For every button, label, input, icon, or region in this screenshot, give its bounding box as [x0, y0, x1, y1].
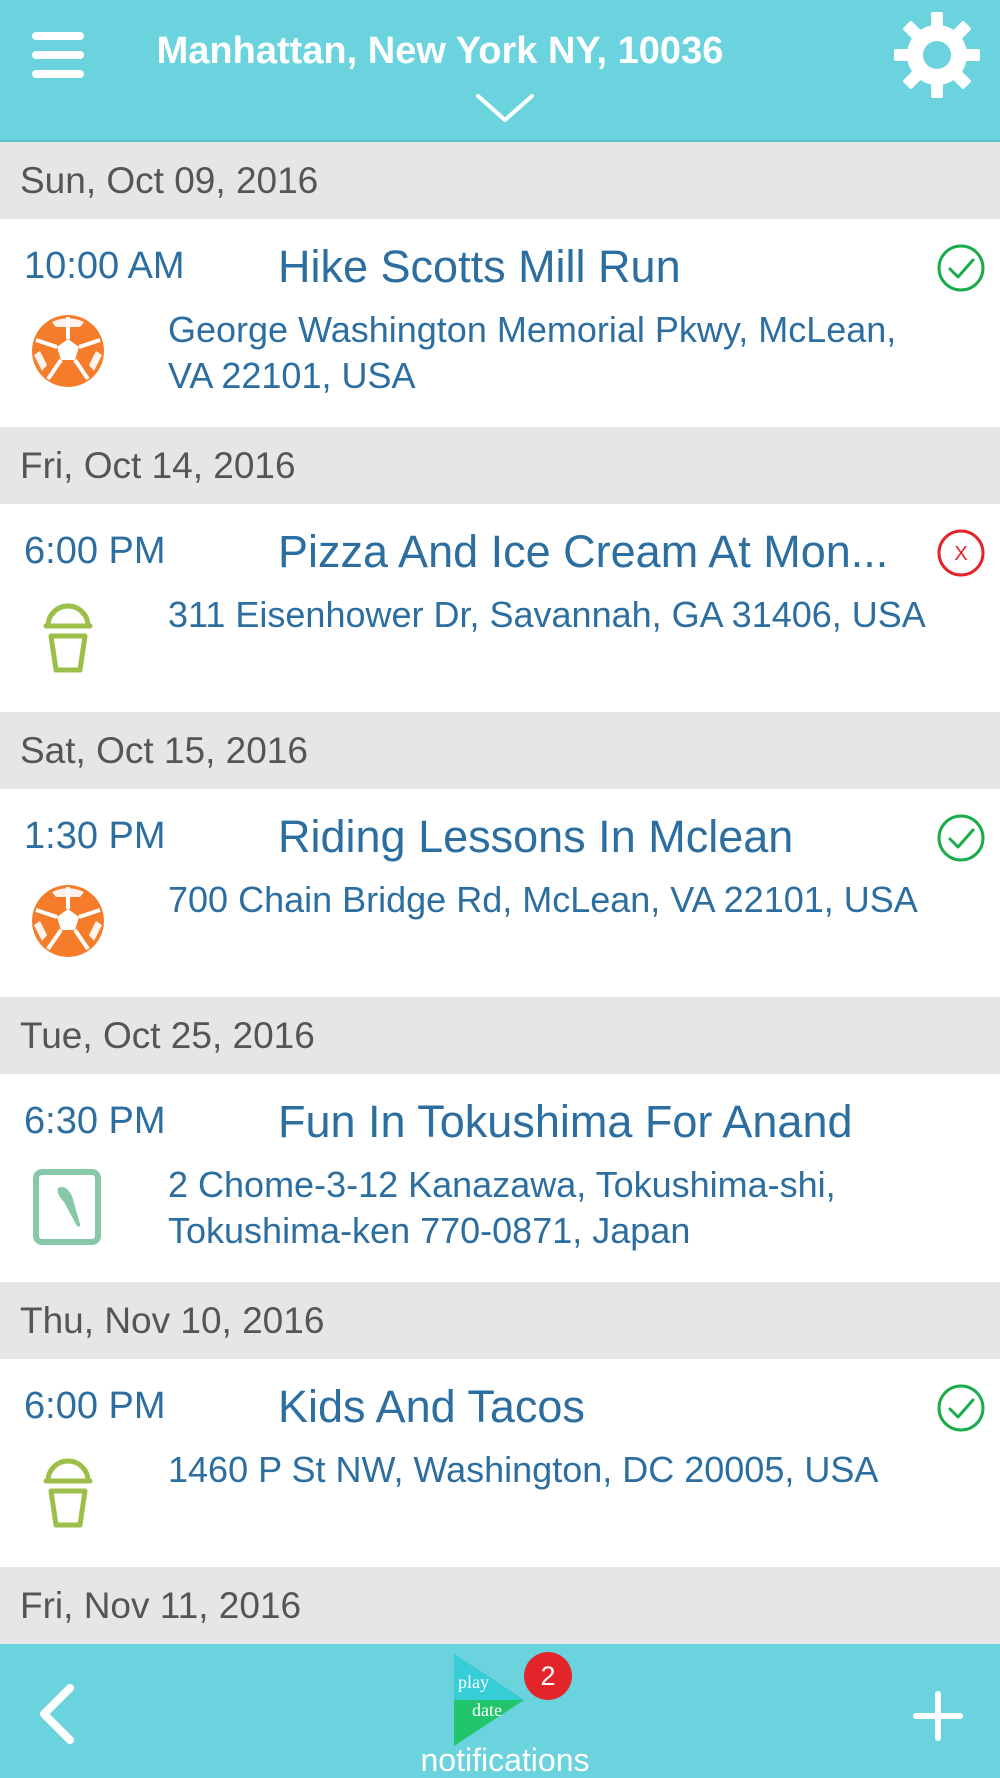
notifications-button[interactable]: play date 2 notifications — [400, 1648, 610, 1778]
notifications-label: notifications — [420, 1742, 590, 1778]
soccer-ball-icon — [32, 885, 104, 957]
art-brush-icon — [33, 1169, 101, 1245]
plus-icon[interactable] — [910, 1688, 966, 1744]
logo-text-date: date — [472, 1700, 502, 1720]
check-circle-icon[interactable] — [936, 1383, 986, 1433]
date-header: Fri, Oct 14, 2016 — [0, 427, 1000, 504]
event-time: 10:00 AM — [24, 245, 185, 287]
event-time: 6:00 PM — [24, 530, 166, 572]
event-row[interactable]: 6:30 PM Fun In Tokushima For Anand 2 Cho… — [0, 1074, 1000, 1282]
event-title: Riding Lessons In Mclean — [278, 811, 794, 862]
event-address: George Washington Memorial Pkwy, McLean,… — [168, 309, 897, 396]
event-address: 700 Chain Bridge Rd, McLean, VA 22101, U… — [168, 879, 918, 920]
bottom-bar: play date 2 notifications — [0, 1644, 1000, 1778]
event-time: 6:30 PM — [24, 1100, 166, 1142]
event-row[interactable]: 6:00 PM Kids And Tacos 1460 P St NW, Was… — [0, 1359, 1000, 1567]
event-row[interactable]: 10:00 AM Hike Scotts Mill Run George Was… — [0, 219, 1000, 427]
check-circle-icon[interactable] — [936, 813, 986, 863]
menu-bar — [32, 70, 84, 78]
event-row[interactable]: 1:30 PM Riding Lessons In Mclean 700 Cha… — [0, 789, 1000, 997]
gear-icon[interactable] — [892, 10, 982, 100]
event-title: Pizza And Ice Cream At Mon... — [278, 526, 889, 577]
menu-bar — [32, 32, 84, 40]
soccer-ball-icon — [32, 315, 104, 387]
event-address: 311 Eisenhower Dr, Savannah, GA 31406, U… — [168, 594, 926, 635]
chevron-left-icon[interactable] — [34, 1682, 78, 1746]
date-header: Sun, Oct 09, 2016 — [0, 142, 1000, 219]
status-x-text: X — [954, 543, 967, 565]
hamburger-menu-icon[interactable] — [30, 28, 88, 82]
notification-count-badge: 2 — [524, 1652, 572, 1700]
date-header: Sat, Oct 15, 2016 — [0, 712, 1000, 789]
playdate-logo-icon: play date — [454, 1654, 524, 1746]
date-header: Fri, Nov 11, 2016 — [0, 1567, 1000, 1644]
top-bar: Manhattan, New York NY, 10036 — [0, 0, 1000, 142]
menu-bar — [32, 51, 84, 59]
event-time: 6:00 PM — [24, 1385, 166, 1427]
event-address: 2 Chome-3-12 Kanazawa, Tokushima-shi, To… — [168, 1164, 836, 1251]
ice-cream-icon — [43, 603, 93, 673]
event-title: Hike Scotts Mill Run — [278, 241, 681, 292]
location-title[interactable]: Manhattan, New York NY, 10036 — [120, 30, 760, 73]
event-list[interactable]: Sun, Oct 09, 2016 10:00 AM Hike Scotts M… — [0, 142, 1000, 1644]
date-header: Tue, Oct 25, 2016 — [0, 997, 1000, 1074]
event-title: Kids And Tacos — [278, 1381, 585, 1432]
event-address: 1460 P St NW, Washington, DC 20005, USA — [168, 1449, 879, 1490]
event-time: 1:30 PM — [24, 815, 166, 857]
logo-text-play: play — [458, 1672, 489, 1692]
event-row[interactable]: 6:00 PM Pizza And Ice Cream At Mon... 31… — [0, 504, 1000, 712]
event-title: Fun In Tokushima For Anand — [278, 1096, 853, 1147]
chevron-down-icon[interactable] — [474, 90, 536, 126]
x-circle-icon[interactable]: X — [936, 528, 986, 578]
check-circle-icon[interactable] — [936, 243, 986, 293]
ice-cream-icon — [43, 1458, 93, 1528]
date-header: Thu, Nov 10, 2016 — [0, 1282, 1000, 1359]
